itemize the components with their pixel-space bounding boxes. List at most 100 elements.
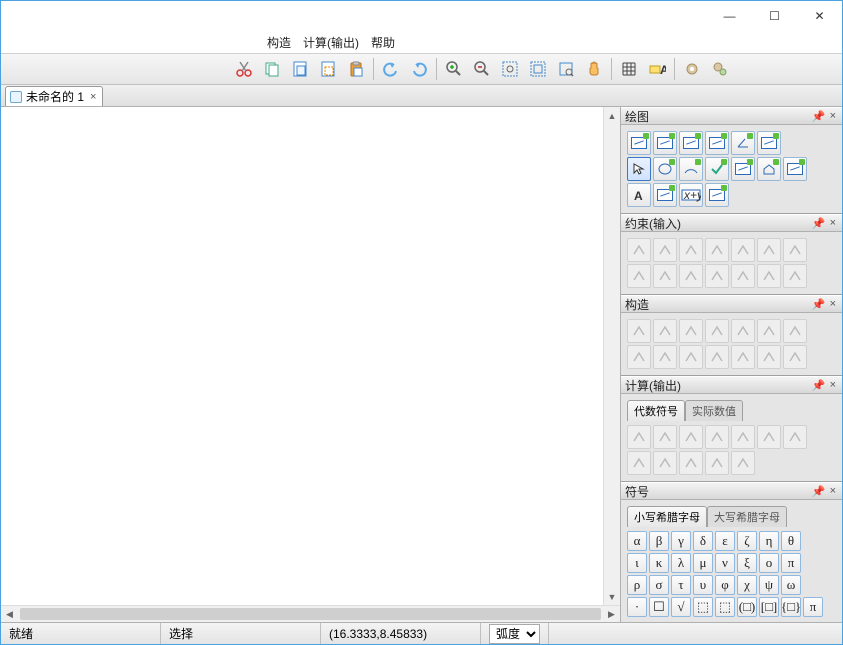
constraint-tool-0-0[interactable]	[627, 238, 651, 262]
compute-tool-0-3[interactable]	[705, 425, 729, 449]
draw-tool-b5[interactable]	[783, 157, 807, 181]
draw-tool-c1[interactable]	[653, 183, 677, 207]
symbol-ι[interactable]: ι	[627, 553, 647, 573]
symbol-ω[interactable]: ω	[781, 575, 801, 595]
draw-tool-2[interactable]	[679, 131, 703, 155]
settings1-button[interactable]	[679, 56, 705, 82]
symbol-ε[interactable]: ε	[715, 531, 735, 551]
cut-button[interactable]	[231, 56, 257, 82]
zoom-area-button[interactable]	[497, 56, 523, 82]
draw-pointer[interactable]	[627, 157, 651, 181]
draw-tool-c0[interactable]: A	[627, 183, 651, 207]
construct-tool-1-1[interactable]	[653, 345, 677, 369]
panel-close-icon[interactable]: ×	[828, 298, 838, 310]
scrollbar-thumb[interactable]	[20, 608, 601, 620]
construct-tool-0-1[interactable]	[653, 319, 677, 343]
zoom-in-button[interactable]	[441, 56, 467, 82]
menu-help[interactable]: 帮助	[365, 32, 401, 53]
constraint-tool-0-6[interactable]	[783, 238, 807, 262]
tab-algebraic[interactable]: 代数符号	[627, 400, 685, 421]
construct-tool-0-6[interactable]	[783, 319, 807, 343]
symbol-{□}[interactable]: {□}	[781, 597, 801, 617]
undo-button[interactable]	[378, 56, 404, 82]
tab-numeric[interactable]: 实际数值	[685, 400, 743, 421]
draw-tool-b0[interactable]	[653, 157, 677, 181]
symbol-κ[interactable]: κ	[649, 553, 669, 573]
constraint-tool-0-3[interactable]	[705, 238, 729, 262]
symbol-α[interactable]: α	[627, 531, 647, 551]
symbol-[□][interactable]: [□]	[759, 597, 779, 617]
minimize-button[interactable]: —	[707, 1, 752, 31]
symbol-ο[interactable]: ο	[759, 553, 779, 573]
constraint-tool-1-4[interactable]	[731, 264, 755, 288]
symbol-⬚[interactable]: ⬚	[693, 597, 713, 617]
symbol-ρ[interactable]: ρ	[627, 575, 647, 595]
symbol-·[interactable]: ·	[627, 597, 647, 617]
constraint-tool-0-5[interactable]	[757, 238, 781, 262]
tab-greek-lower[interactable]: 小写希腊字母	[627, 506, 707, 527]
constraint-tool-1-1[interactable]	[653, 264, 677, 288]
symbol-π[interactable]: π	[781, 553, 801, 573]
symbol-√[interactable]: √	[671, 597, 691, 617]
panel-close-icon[interactable]: ×	[828, 110, 838, 122]
redo-button[interactable]	[406, 56, 432, 82]
symbol-η[interactable]: η	[759, 531, 779, 551]
menu-compute[interactable]: 计算(输出)	[297, 32, 365, 53]
symbol-φ[interactable]: φ	[715, 575, 735, 595]
symbol-ν[interactable]: ν	[715, 553, 735, 573]
scroll-up-icon[interactable]: ▲	[604, 107, 620, 124]
compute-tool-0-1[interactable]	[653, 425, 677, 449]
dimension-button[interactable]: A	[644, 56, 670, 82]
pan-button[interactable]	[581, 56, 607, 82]
draw-tool-4[interactable]	[731, 131, 755, 155]
canvas[interactable]: ▲ ▼	[1, 107, 620, 605]
copy-button[interactable]	[259, 56, 285, 82]
menu-construct[interactable]: 构造	[261, 32, 297, 53]
construct-tool-0-4[interactable]	[731, 319, 755, 343]
tab-close-button[interactable]: ×	[88, 91, 98, 103]
symbol-ξ[interactable]: ξ	[737, 553, 757, 573]
construct-tool-1-3[interactable]	[705, 345, 729, 369]
symbol-β[interactable]: β	[649, 531, 669, 551]
symbol-γ[interactable]: γ	[671, 531, 691, 551]
panel-close-icon[interactable]: ×	[828, 217, 838, 229]
symbol-δ[interactable]: δ	[693, 531, 713, 551]
construct-tool-0-5[interactable]	[757, 319, 781, 343]
draw-tool-b4[interactable]	[757, 157, 781, 181]
compute-tool-0-5[interactable]	[757, 425, 781, 449]
constraint-tool-0-4[interactable]	[731, 238, 755, 262]
symbol-θ[interactable]: θ	[781, 531, 801, 551]
construct-tool-1-2[interactable]	[679, 345, 703, 369]
constraint-tool-1-0[interactable]	[627, 264, 651, 288]
draw-tool-c3[interactable]	[705, 183, 729, 207]
tab-greek-upper[interactable]: 大写希腊字母	[707, 506, 787, 527]
panel-close-icon[interactable]: ×	[828, 379, 838, 391]
draw-tool-0[interactable]	[627, 131, 651, 155]
maximize-button[interactable]: ☐	[752, 1, 797, 31]
compute-tool-0-6[interactable]	[783, 425, 807, 449]
horizontal-scrollbar[interactable]: ◀ ▶	[1, 605, 620, 622]
symbol-⬚[interactable]: ⬚	[715, 597, 735, 617]
compute-tool-1-2[interactable]	[679, 451, 703, 475]
construct-tool-1-6[interactable]	[783, 345, 807, 369]
pin-icon[interactable]: 📌	[810, 298, 828, 311]
pin-icon[interactable]: 📌	[810, 217, 828, 230]
draw-tool-b3[interactable]	[731, 157, 755, 181]
compute-tool-1-3[interactable]	[705, 451, 729, 475]
scroll-left-icon[interactable]: ◀	[1, 606, 18, 622]
symbol-ψ[interactable]: ψ	[759, 575, 779, 595]
symbol-π[interactable]: π	[803, 597, 823, 617]
draw-tool-b2[interactable]	[705, 157, 729, 181]
vertical-scrollbar[interactable]: ▲ ▼	[603, 107, 620, 605]
construct-tool-1-4[interactable]	[731, 345, 755, 369]
symbol-τ[interactable]: τ	[671, 575, 691, 595]
paste-clip-button[interactable]	[343, 56, 369, 82]
symbol-σ[interactable]: σ	[649, 575, 669, 595]
symbol-λ[interactable]: λ	[671, 553, 691, 573]
construct-tool-0-2[interactable]	[679, 319, 703, 343]
compute-tool-0-0[interactable]	[627, 425, 651, 449]
pin-icon[interactable]: 📌	[810, 485, 828, 498]
compute-tool-0-4[interactable]	[731, 425, 755, 449]
symbol-☐[interactable]: ☐	[649, 597, 669, 617]
symbol-(□)[interactable]: (□)	[737, 597, 757, 617]
